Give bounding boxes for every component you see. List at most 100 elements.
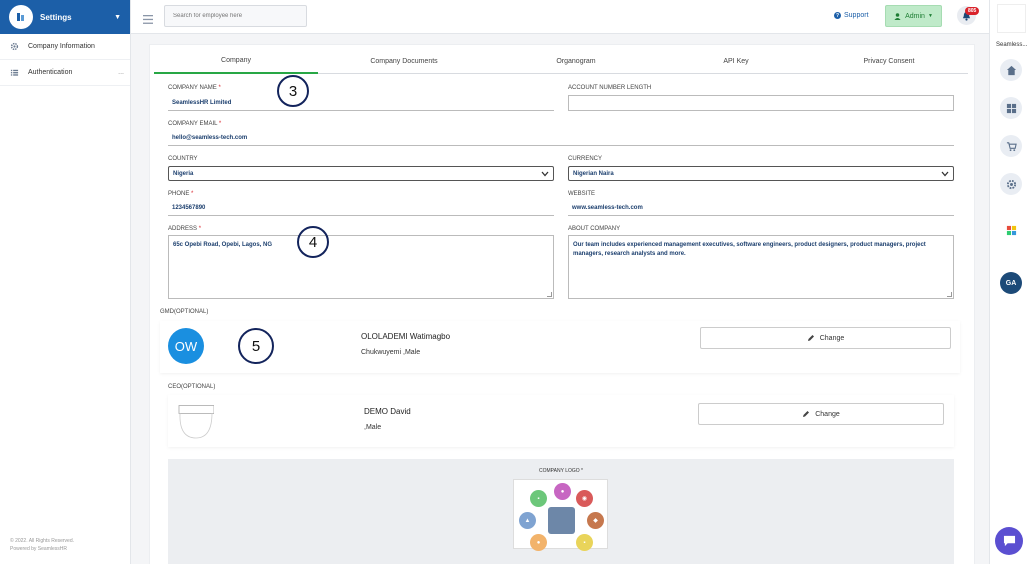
annotation-marker-4: 4	[297, 226, 329, 258]
rail-company-label: Seamless...	[996, 42, 1028, 48]
chat-launcher[interactable]	[995, 527, 1023, 555]
logo-fingerprint-icon: ◉	[576, 490, 593, 507]
gmd-avatar: OW	[168, 328, 204, 364]
currency-label: CURRENCY	[568, 156, 603, 162]
tab-organogram[interactable]: Organogram	[490, 49, 662, 74]
sidebar-item-authentication[interactable]: Authentication ...	[0, 60, 130, 86]
copyright-text: © 2022. All Rights Reserved.	[10, 538, 74, 544]
change-label: Change	[815, 410, 840, 418]
account-number-length-label: ACCOUNT NUMBER LENGTH	[568, 85, 652, 91]
sidebar: Settings ▼ Company Information Authentic…	[0, 0, 131, 564]
resize-handle-icon[interactable]	[947, 292, 952, 297]
website-label: WEBSITE	[568, 191, 596, 197]
gmd-subtitle: Chukwuyemi ,Male	[361, 349, 421, 356]
sidebar-item-company-information[interactable]: Company Information	[0, 34, 130, 60]
cart-icon[interactable]	[1000, 135, 1022, 157]
currency-value: Nigerian Naira	[573, 170, 614, 177]
ceo-name: DEMO David	[364, 407, 411, 416]
ceo-photo	[178, 405, 215, 439]
currency-select[interactable]: Nigerian Naira	[568, 166, 954, 181]
pencil-icon	[807, 335, 814, 341]
account-number-length-field[interactable]	[568, 95, 954, 111]
tab-bar: Company Company Documents Organogram API…	[154, 49, 968, 74]
change-label: Change	[819, 334, 845, 342]
search-input[interactable]	[164, 5, 307, 27]
gmd-name: OLOLADEMI Watimagbo	[361, 332, 451, 341]
logo-people-icon: ●	[554, 483, 571, 500]
app-title: Settings	[40, 12, 72, 22]
company-logo-label: COMPANY LOGO *	[539, 468, 583, 474]
company-name-label: COMPANY NAME *	[168, 85, 221, 91]
ceo-section-label: CEO(OPTIONAL)	[168, 384, 216, 390]
app-logo-icon	[9, 5, 33, 29]
powered-by-text: Powered by SeamlessHR	[10, 546, 67, 552]
sidebar-item-label: Company Information	[28, 43, 95, 50]
company-email-field[interactable]: hello@seamless-tech.com	[168, 131, 954, 146]
admin-button[interactable]: Admin ▼	[885, 5, 942, 27]
company-logo-section: COMPANY LOGO * ● ▪ ◉ ▲ ◆ ● ▪	[168, 459, 954, 564]
dashboard-icon[interactable]	[1000, 97, 1022, 119]
topbar: ? Support Admin ▼ 805	[131, 0, 989, 34]
sidebar-header[interactable]: Settings ▼	[0, 0, 130, 34]
logo-document-icon: ▪	[576, 534, 593, 551]
chevron-down-icon	[541, 171, 549, 176]
ceo-change-button[interactable]: Change	[698, 403, 944, 425]
logo-chart-icon: ▲	[519, 512, 536, 529]
company-name-field[interactable]: SeamlessHR Limited	[168, 96, 554, 111]
more-icon[interactable]: ...	[118, 69, 124, 76]
address-label: ADDRESS *	[168, 226, 202, 232]
user-avatar[interactable]: GA	[1000, 272, 1022, 294]
tab-privacy-consent[interactable]: Privacy Consent	[810, 49, 968, 74]
settings-gear-icon[interactable]	[1000, 173, 1022, 195]
logo-wallet-icon: ◆	[587, 512, 604, 529]
footer: © 2022. All Rights Reserved. Powered by …	[10, 537, 74, 553]
chevron-down-icon[interactable]: ▼	[114, 14, 121, 21]
logo-user-icon: ●	[530, 534, 547, 551]
about-company-value: Our team includes experienced management…	[573, 242, 926, 257]
main-card: Company Company Documents Organogram API…	[149, 44, 975, 564]
hamburger-menu-icon[interactable]	[143, 11, 153, 29]
tab-company-documents[interactable]: Company Documents	[318, 49, 490, 74]
phone-field[interactable]: 1234567890	[168, 201, 554, 216]
gmd-section-label: GMD(OPTIONAL)	[160, 309, 209, 315]
pencil-icon	[803, 411, 810, 417]
about-company-textarea[interactable]: Our team includes experienced management…	[568, 235, 954, 299]
notification-count-badge: 805	[965, 7, 980, 15]
chevron-down-icon	[941, 171, 949, 176]
gmd-change-button[interactable]: Change	[700, 327, 951, 349]
annotation-marker-5: 5	[238, 328, 274, 364]
home-icon[interactable]	[1000, 59, 1022, 81]
country-label: COUNTRY	[168, 156, 198, 162]
gear-icon	[10, 42, 19, 51]
ceo-row: DEMO David ,Male Change	[168, 395, 954, 447]
support-link[interactable]: ? Support	[834, 12, 869, 19]
sidebar-item-label: Authentication	[28, 69, 73, 76]
resize-handle-icon[interactable]	[547, 292, 552, 297]
chevron-down-icon: ▼	[927, 13, 933, 19]
list-icon	[10, 68, 19, 77]
logo-center-icon	[548, 507, 575, 534]
user-icon	[894, 12, 901, 20]
country-value: Nigeria	[173, 170, 194, 177]
address-textarea[interactable]: 65c Opebi Road, Opebi, Lagos, NG	[168, 235, 554, 299]
admin-label: Admin	[905, 12, 925, 20]
chat-bubble-icon	[1003, 535, 1015, 547]
gmd-row: OW 5 OLOLADEMI Watimagbo Chukwuyemi ,Mal…	[160, 321, 960, 373]
website-field[interactable]: www.seamless-tech.com	[568, 201, 954, 216]
ceo-subtitle: ,Male	[364, 424, 382, 431]
company-logo-image[interactable]: ● ▪ ◉ ▲ ◆ ● ▪	[513, 479, 608, 551]
tab-api-key[interactable]: API Key	[662, 49, 810, 74]
help-icon: ?	[834, 12, 841, 19]
company-email-label: COMPANY EMAIL *	[168, 121, 222, 127]
right-rail: Seamless... GA	[989, 0, 1032, 564]
annotation-marker-3: 3	[277, 75, 309, 107]
support-label: Support	[844, 12, 869, 19]
apps-grid-icon[interactable]	[1000, 219, 1022, 241]
country-select[interactable]: Nigeria	[168, 166, 554, 181]
address-value: 65c Opebi Road, Opebi, Lagos, NG	[173, 242, 273, 248]
company-logo-thumbnail	[997, 4, 1026, 33]
logo-calendar-icon: ▪	[530, 490, 547, 507]
phone-label: PHONE *	[168, 191, 194, 197]
about-company-label: ABOUT COMPANY	[568, 226, 621, 232]
tab-company[interactable]: Company	[154, 49, 318, 74]
